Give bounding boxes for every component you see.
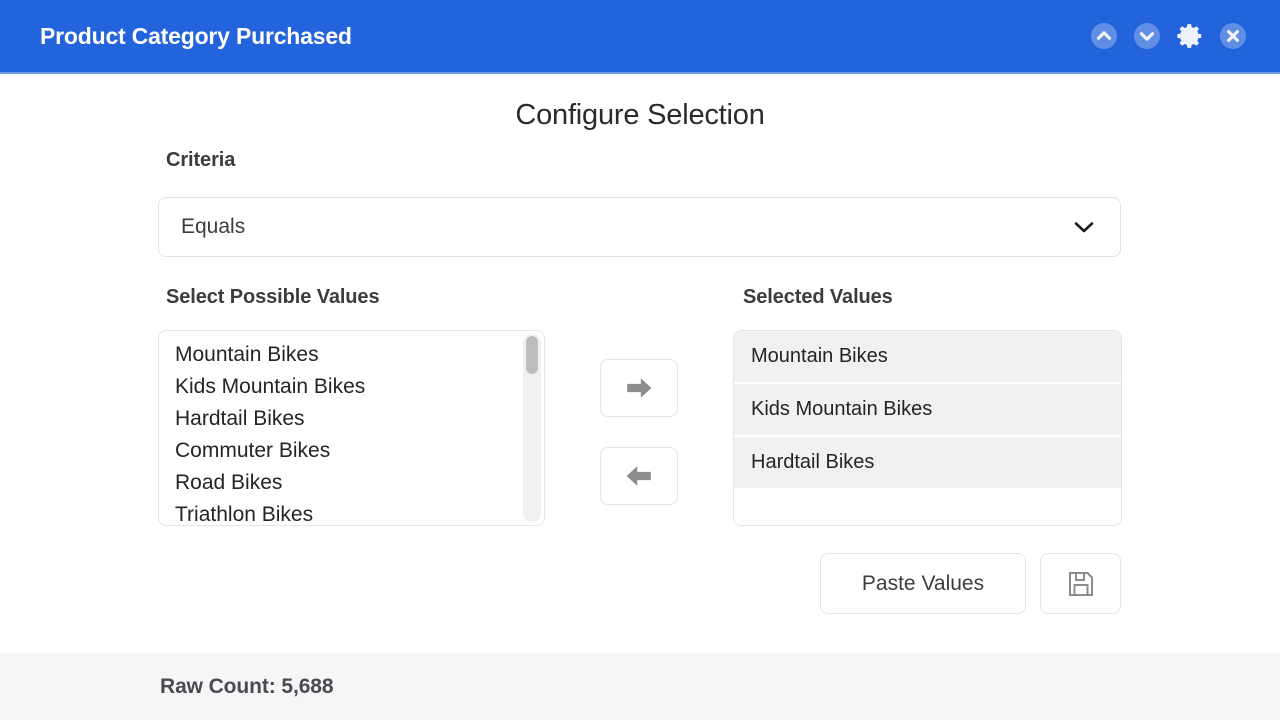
selected-values-empty-area bbox=[734, 490, 1121, 525]
list-item[interactable]: Hardtail Bikes bbox=[734, 437, 1121, 490]
possible-values-listbox[interactable]: Mountain Bikes Kids Mountain Bikes Hardt… bbox=[158, 330, 545, 526]
list-item[interactable]: Mountain Bikes bbox=[175, 339, 523, 371]
page-title: Configure Selection bbox=[515, 99, 765, 131]
arrow-left-icon bbox=[623, 462, 655, 490]
status-bar: Raw Count: 5,688 bbox=[0, 653, 1280, 720]
paste-values-button[interactable]: Paste Values bbox=[820, 553, 1026, 614]
arrow-right-icon bbox=[623, 374, 655, 402]
list-item[interactable]: Triathlon Bikes bbox=[175, 499, 523, 525]
possible-values-items: Mountain Bikes Kids Mountain Bikes Hardt… bbox=[159, 331, 523, 525]
add-values-button[interactable] bbox=[600, 359, 678, 417]
criteria-label: Criteria bbox=[166, 149, 236, 171]
titlebar: Product Category Purchased bbox=[0, 0, 1280, 74]
list-item[interactable]: Road Bikes bbox=[175, 467, 523, 499]
chevron-down-icon bbox=[1074, 221, 1094, 233]
list-item[interactable]: Mountain Bikes bbox=[734, 331, 1121, 384]
remove-values-button[interactable] bbox=[600, 447, 678, 505]
window-title: Product Category Purchased bbox=[40, 22, 352, 49]
raw-count-text: Raw Count: 5,688 bbox=[160, 674, 334, 698]
list-item[interactable]: Kids Mountain Bikes bbox=[734, 384, 1121, 437]
titlebar-actions bbox=[1091, 23, 1246, 49]
save-button[interactable] bbox=[1040, 553, 1121, 614]
selected-values-label: Selected Values bbox=[743, 286, 893, 308]
list-item[interactable]: Kids Mountain Bikes bbox=[175, 371, 523, 403]
selected-values-list[interactable]: Mountain Bikes Kids Mountain Bikes Hardt… bbox=[733, 330, 1122, 526]
save-icon bbox=[1067, 570, 1095, 598]
scrollbar-thumb[interactable] bbox=[526, 336, 538, 374]
list-item[interactable]: Hardtail Bikes bbox=[175, 403, 523, 435]
criteria-select[interactable]: Equals bbox=[158, 197, 1121, 257]
list-item[interactable]: Commuter Bikes bbox=[175, 435, 523, 467]
listbox-scrollbar[interactable] bbox=[523, 334, 541, 522]
collapse-icon[interactable] bbox=[1091, 23, 1117, 49]
close-icon[interactable] bbox=[1220, 23, 1246, 49]
gear-icon[interactable] bbox=[1177, 23, 1203, 49]
configure-selection-dialog: Product Category Purchased Configure Sel… bbox=[0, 0, 1280, 720]
criteria-selected-value: Equals bbox=[181, 215, 246, 238]
possible-values-label: Select Possible Values bbox=[166, 286, 380, 308]
expand-icon[interactable] bbox=[1134, 23, 1160, 49]
